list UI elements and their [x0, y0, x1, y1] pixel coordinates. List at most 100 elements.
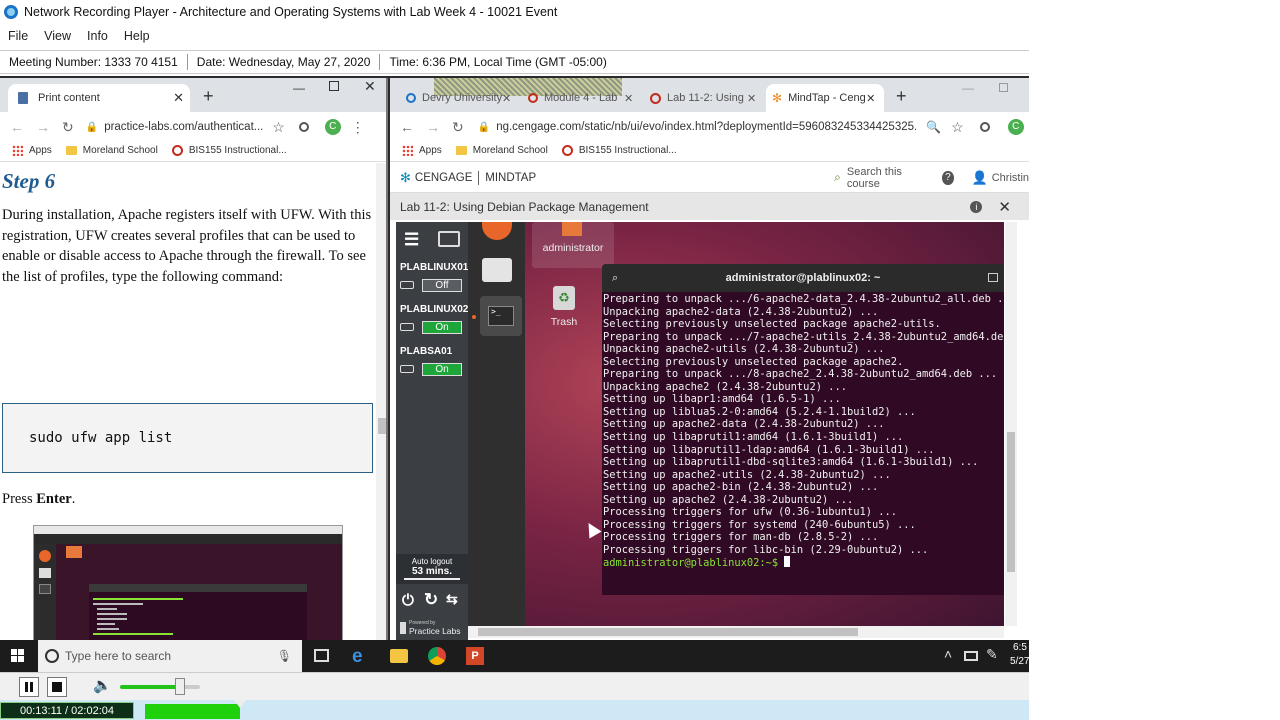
profile-avatar[interactable]: C [324, 119, 341, 135]
firefox-icon[interactable] [482, 222, 512, 240]
extension-icon[interactable] [979, 122, 990, 132]
help-icon[interactable]: ? [942, 170, 954, 185]
playhead-marker[interactable] [234, 700, 246, 708]
bookmark-apps[interactable]: Apps [390, 145, 442, 156]
lab-tab-icon [650, 92, 661, 104]
bookmark-apps[interactable]: Apps [0, 145, 52, 156]
terminal-line: Setting up libaprutil1:amd64 (1.6.1-3bui… [603, 431, 904, 444]
trash-icon[interactable]: ♻ [553, 286, 575, 310]
close-tab-icon[interactable]: ✕ [866, 92, 875, 105]
playback-timeline[interactable]: 00:13:11 / 02:02:04 [0, 700, 1029, 720]
tab-lab-11-2[interactable]: Lab 11-2: Using ✕ [644, 84, 762, 112]
forward-icon[interactable]: → [426, 119, 440, 135]
new-tab-button[interactable]: + [203, 86, 214, 107]
terminal-search-icon[interactable]: ⌕ [612, 264, 618, 292]
vm-power-toggle[interactable]: On [422, 363, 462, 376]
taskbar-clock-time[interactable]: 6:5 [1013, 642, 1027, 653]
network-icon[interactable] [964, 651, 978, 661]
terminal-line: Setting up libaprutil1-ldap:amd64 (1.6.1… [603, 443, 935, 456]
chevron-up-icon[interactable]: ˄ [944, 646, 952, 662]
star-icon[interactable]: ☆ [951, 119, 964, 136]
edge-icon[interactable]: e [352, 646, 363, 668]
bookmark-moreland[interactable]: Moreland School [455, 145, 548, 156]
terminal-menu-icon[interactable] [988, 273, 998, 282]
minimize-icon[interactable]: — [293, 81, 305, 95]
home-folder-label: administrator [542, 242, 604, 254]
tab-mindtap[interactable]: ✻ MindTap - Cengage ✕ [766, 84, 884, 112]
tab-print-content[interactable]: Print content ✕ [8, 84, 190, 112]
transfer-icon[interactable]: ⇆ [446, 591, 458, 608]
vm-power-toggle[interactable]: On [422, 321, 462, 334]
menu-file[interactable]: File [8, 29, 28, 43]
microphone-icon[interactable]: 🎙 [277, 649, 292, 663]
power-icon[interactable]: ⏻ [402, 592, 414, 609]
terminal-window[interactable]: ⌕ administrator@plablinux02: ~ Preparing… [602, 264, 1004, 595]
user-name[interactable]: Christin [992, 172, 1029, 184]
new-tab-button[interactable]: + [896, 86, 907, 107]
menu-help[interactable]: Help [124, 29, 150, 43]
lab-title-bar: Lab 11-2: Using Debian Package Managemen… [390, 193, 1029, 220]
terminal-line: Selecting previously unselected package … [603, 355, 904, 368]
terminal-line: Preparing to unpack .../7-apache2-utils_… [603, 330, 1004, 343]
zoom-icon[interactable]: 🔍 [926, 120, 941, 134]
profile-avatar[interactable]: C [1007, 119, 1024, 135]
files-icon[interactable] [482, 258, 512, 282]
volume-icon[interactable]: 🔈 [93, 676, 112, 694]
maximize-icon[interactable] [999, 83, 1008, 92]
task-view-icon[interactable] [314, 649, 329, 662]
restart-icon[interactable]: ↻ [424, 590, 438, 610]
playback-progress-fill [145, 704, 240, 719]
chrome-icon[interactable] [428, 647, 446, 665]
extension-icon[interactable] [298, 122, 309, 132]
minimize-icon[interactable]: — [962, 81, 974, 95]
bookmark-bis155[interactable]: BIS155 Instructional... [561, 145, 677, 156]
back-icon[interactable]: ← [10, 119, 24, 135]
volume-slider[interactable] [120, 678, 200, 695]
search-icon[interactable]: ⌕ [834, 170, 841, 185]
right-url[interactable]: ng.cengage.com/static/nb/ui/evo/index.ht… [496, 121, 916, 133]
practice-labs-brand: Practice Labs [409, 626, 461, 636]
remote-horizontal-scrollbar[interactable] [468, 626, 1004, 638]
windows-start-icon[interactable] [11, 649, 24, 662]
close-tab-icon[interactable]: ✕ [624, 92, 633, 105]
left-bookmarks-bar: Apps Moreland School BIS155 Instructiona… [0, 140, 386, 162]
remote-vertical-scrollbar[interactable] [1005, 222, 1017, 626]
taskbar-search-box[interactable]: Type here to search 🎙 [38, 640, 302, 672]
reload-icon[interactable]: ↻ [62, 119, 74, 136]
close-window-icon[interactable]: ✕ [364, 78, 376, 95]
pen-icon[interactable]: ✎ [986, 646, 998, 663]
close-tab-icon[interactable]: ✕ [502, 92, 511, 105]
bookmark-bis155[interactable]: BIS155 Instructional... [171, 145, 287, 156]
menu-info[interactable]: Info [87, 29, 108, 43]
practice-labs-logo-icon [400, 622, 406, 634]
search-course-link[interactable]: Search this course [847, 166, 920, 190]
taskbar-clock-date[interactable]: 5/27 [1010, 656, 1029, 667]
bookmark-moreland[interactable]: Moreland School [65, 145, 158, 156]
back-icon[interactable]: ← [400, 119, 414, 135]
vm-power-toggle[interactable]: Off [422, 279, 462, 292]
forward-icon[interactable]: → [36, 119, 50, 135]
left-url[interactable]: practice-labs.com/authenticat... [104, 121, 264, 133]
close-tab-icon[interactable]: ✕ [747, 92, 756, 105]
close-tab-icon[interactable]: ✕ [173, 90, 184, 106]
terminal-prompt-line[interactable]: administrator@plablinux02:~$ [603, 556, 1004, 570]
star-icon[interactable]: ☆ [272, 119, 285, 136]
reload-icon[interactable]: ↻ [452, 119, 464, 136]
tab-module-4[interactable]: Module 4 - Lab ✕ [522, 84, 640, 112]
ubuntu-desktop: >_ administrator ♻ Trash ⌕ administrator… [468, 222, 1004, 626]
auto-logout-bar [404, 578, 460, 580]
powerpoint-icon[interactable]: P [466, 647, 484, 665]
menu-view[interactable]: View [44, 29, 71, 43]
file-explorer-icon[interactable] [390, 649, 408, 663]
tab-devry[interactable]: Devry University ✕ [400, 84, 518, 112]
info-icon[interactable]: i [970, 200, 983, 213]
left-page-scrollbar[interactable] [376, 163, 386, 640]
mouse-pointer-icon [582, 519, 602, 539]
user-icon[interactable]: 👤 [972, 170, 988, 186]
more-menu-icon[interactable]: ⋮ [351, 119, 365, 136]
maximize-icon[interactable] [329, 81, 339, 91]
hamburger-menu-icon[interactable]: ☰ [404, 230, 419, 250]
fullscreen-icon[interactable] [438, 231, 460, 247]
volume-thumb[interactable] [175, 678, 185, 695]
close-lab-icon[interactable]: ✕ [998, 198, 1011, 216]
